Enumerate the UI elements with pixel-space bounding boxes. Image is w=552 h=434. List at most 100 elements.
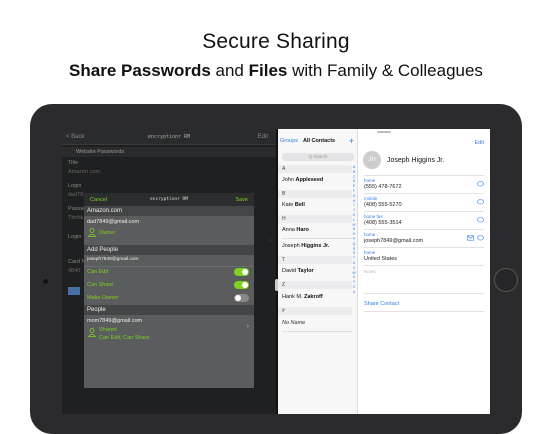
toggle-knob [235,295,241,301]
item-title-header: Amazon.com [84,206,254,216]
home-button[interactable] [494,268,518,292]
contacts-list-pane: Groups All Contacts + Q Search A John Ap… [278,129,358,414]
shared-person-row[interactable]: mom7849@gmail.com Shared Can Edit, Can S… [84,315,254,343]
contact-row[interactable]: Kate Bell [282,202,305,208]
field-label: Passw [68,206,85,212]
row-separator [282,331,352,332]
toggle-label-can-share: Can Share [87,282,114,288]
row-separator [282,238,352,239]
section-title: Website Passwords [76,149,125,155]
message-icon[interactable] [477,217,484,223]
share-contact-button[interactable]: Share Contact [364,301,399,307]
edit-button[interactable]: Edit [258,134,268,140]
email-home[interactable]: joseph7849@gmail.com [364,238,423,244]
contact-row[interactable]: Hank M. Zakroff [282,294,323,300]
message-icon[interactable] [477,199,484,205]
password-app-navbar: < Back encryptionr RM Edit [62,129,276,145]
phone-home-fax[interactable]: (408) 555-3514 [364,220,402,226]
people-title: People [87,307,106,313]
divider [364,193,484,194]
field-label: mobile [364,196,378,201]
edit-contact-button[interactable]: Edit [475,140,484,146]
contact-row[interactable]: John Appleseed [282,177,323,183]
owner-role: Owner [99,230,116,236]
last-name: Higgins Jr. [301,243,330,249]
toggle-knob [242,282,248,288]
credit-card-icon [68,287,80,295]
last-name: Taylor [297,268,314,274]
toggle-knob [242,269,248,275]
field-value: dad78 [68,192,84,198]
search-input[interactable]: Q Search [282,153,354,161]
section-letter: A [278,165,352,173]
notes-field[interactable]: Notes [364,269,376,274]
contact-name: Joseph Higgins Jr. [387,157,445,164]
chevron-right-icon: › [246,323,249,330]
share-sheet-modal: Cancel encryptionr RM Save Amazon.com da… [84,193,254,388]
save-button[interactable]: Save [235,197,248,203]
person-icon [88,328,96,337]
first-name: Kate [282,202,294,208]
contact-row[interactable]: David Taylor [282,268,314,274]
person-email: mom7849@gmail.com [87,318,143,324]
section-letter: T [278,256,352,264]
make-owner-toggle[interactable] [234,294,249,302]
divider [364,265,484,266]
field-row-title[interactable]: Title Amazon.com [62,160,276,182]
groups-button[interactable]: Groups [280,138,298,144]
contact-row[interactable]: No Name [282,320,305,326]
field-value: Tbnhk [68,215,84,221]
field-value: Amazon.com [68,169,101,175]
message-icon[interactable] [477,181,484,187]
app-title: encryptionr RM [147,134,191,140]
last-name: Appleseed [295,177,324,183]
hero-subtitle: Share Passwords and Files with Family & … [0,61,552,81]
invite-email-field[interactable]: joseph7849@gmail.com [84,255,254,266]
index-letter[interactable]: # [351,290,357,295]
divider [364,211,484,212]
first-name: Joseph [282,243,300,249]
last-name: Haro [296,227,309,233]
people-header: People [84,305,254,315]
add-people-header: Add People [84,245,254,255]
item-title: Amazon.com [87,208,123,214]
field-label: Login [68,234,82,240]
hero-title: Secure Sharing [202,30,350,53]
divider [364,175,484,176]
hero-subtitle-end: with Family & Colleagues [287,61,483,80]
hero-subtitle-bold-1: Share Passwords [69,61,211,80]
contact-row[interactable]: Joseph Higgins Jr. [282,243,329,249]
password-app-pane: < Back encryptionr RM Edit Website Passw… [62,129,276,414]
camera-dot [43,279,48,284]
person-icon [88,228,96,237]
field-label: Title [68,160,79,166]
last-name: Zakroff [304,294,323,300]
drag-indicator [377,131,391,133]
first-name: Anna [282,227,295,233]
mail-icon[interactable] [467,235,474,241]
invite-email-value: joseph7849@gmail.com [87,257,139,262]
phone-mobile[interactable]: (408) 555-5270 [364,202,402,208]
toggle-label-make-owner: Make Owner [87,295,119,301]
first-name: No Name [282,320,306,326]
section-letter: # [278,307,352,315]
section-header: Website Passwords [62,147,276,157]
phone-home[interactable]: (555) 478-7672 [364,184,402,190]
field-label: home [364,232,376,237]
field-label: Card N [68,259,86,265]
can-edit-toggle[interactable] [234,268,249,276]
contact-row[interactable]: Anna Haro [282,227,309,233]
hero-subtitle-mid: and [210,61,249,80]
ipad-screen: < Back encryptionr RM Edit Website Passw… [62,129,490,414]
add-people-title: Add People [87,247,119,253]
add-contact-button[interactable]: + [349,136,354,146]
share-sheet-navbar: Cancel encryptionr RM Save [84,193,254,206]
message-icon[interactable] [477,235,484,241]
address-home[interactable]: United States [364,256,397,262]
owner-email: dad7849@gmail.com [87,219,140,225]
can-share-toggle[interactable] [234,281,249,289]
hero-subtitle-bold-2: Files [248,61,288,80]
person-status: Shared [99,327,117,333]
section-index[interactable]: A B C D E F G H I J K L M N O P Q R S T U V W X Y Z # [351,165,357,295]
avatar: JH [363,151,381,169]
